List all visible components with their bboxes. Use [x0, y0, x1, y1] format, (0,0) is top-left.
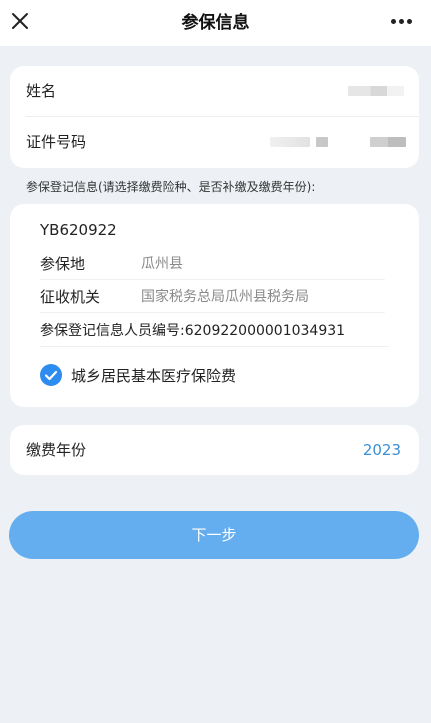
- id-mask-3: [370, 137, 406, 147]
- payment-year-row[interactable]: 缴费年份 2023: [10, 425, 419, 475]
- payment-year-value[interactable]: 2023: [363, 425, 401, 475]
- checkmark-icon[interactable]: [40, 364, 62, 386]
- registration-card: YB620922 参保地 瓜州县 征收机关 国家税务总局瓜州县税务局 参保登记信…: [10, 204, 419, 407]
- location-value: 瓜州县: [141, 256, 183, 272]
- agency-row: 征收机关 国家税务总局瓜州县税务局: [40, 281, 385, 313]
- id-mask-2: [316, 137, 328, 147]
- next-button[interactable]: 下一步: [9, 511, 419, 559]
- name-mask: [348, 86, 404, 96]
- insurance-type-label: 城乡居民基本医疗保险费: [71, 367, 237, 385]
- location-label: 参保地: [40, 255, 86, 273]
- navbar: 参保信息: [0, 0, 431, 46]
- section-hint: 参保登记信息(请选择缴费险种、是否补缴及缴费年份):: [26, 180, 316, 194]
- agency-value: 国家税务总局瓜州县税务局: [141, 289, 309, 305]
- person-number-row: 参保登记信息人员编号:620922000001034931: [40, 315, 389, 347]
- page-title: 参保信息: [181, 13, 250, 33]
- payment-year-label: 缴费年份: [26, 441, 87, 459]
- location-row: 参保地 瓜州县: [40, 248, 385, 280]
- person-number-label: 参保登记信息人员编号:: [40, 323, 185, 339]
- agency-label: 征收机关: [40, 288, 101, 306]
- id-mask-1: [270, 137, 310, 147]
- id-row: 证件号码: [26, 117, 419, 167]
- name-label: 姓名: [26, 82, 57, 100]
- person-number: 620922000001034931: [184, 323, 346, 339]
- personal-info-card: 姓名 证件号码: [10, 66, 419, 168]
- id-label: 证件号码: [26, 133, 87, 151]
- registration-code: YB620922: [40, 221, 117, 239]
- more-icon[interactable]: [391, 19, 413, 25]
